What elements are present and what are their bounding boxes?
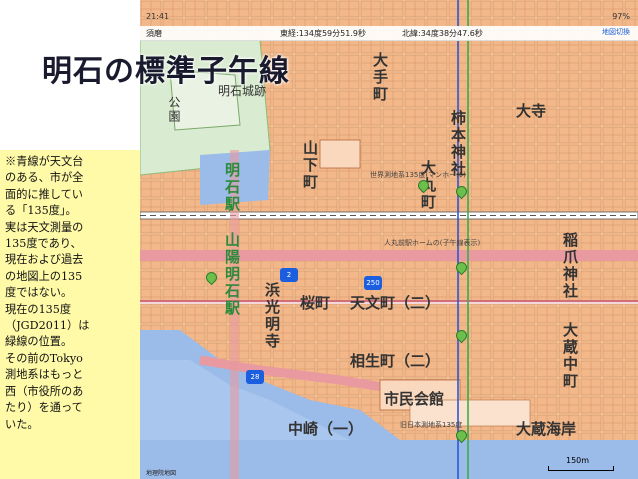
note-line: ※青線が天文台 <box>5 155 84 168</box>
map-label-kakimoto-shrine: 柿本神社 <box>449 110 467 178</box>
note-line: 実は天文測量の <box>5 220 84 234</box>
map-label-okura: 大蔵中町 <box>561 322 579 390</box>
latitude-readout: 北緯:34度38分47.6秒 <box>402 29 483 38</box>
note-line: 緑線の位置。 <box>5 335 73 349</box>
map-label-akashi-station: 明石駅 <box>223 162 241 213</box>
note-line: 135度であり、 <box>5 237 82 251</box>
map-credit: 地理院地図 <box>146 470 177 477</box>
note-line: 面的に推してい <box>5 187 83 201</box>
note-line: 西（市役所のあ <box>5 384 84 398</box>
note-line: る「135度」。 <box>5 204 77 218</box>
map-label-inazume-shrine: 稲爪神社 <box>561 232 579 300</box>
status-time: 21:41 <box>146 12 170 21</box>
map-switch-button[interactable]: 地図切換 <box>602 27 630 37</box>
place-name: 須磨 <box>146 29 162 38</box>
coordinate-header: 須磨 東経:134度59分51.9秒 北緯:34度38分47.6秒 地図切換 <box>140 26 638 41</box>
note-line: （JGD2011）は <box>5 319 90 333</box>
status-bar: 21:41 97% <box>140 10 638 24</box>
map-label-otemachi: 大手町 <box>371 52 389 103</box>
map-label-tenmoncho: 天文町（二） <box>350 294 441 312</box>
note-line: 現在の135度 <box>5 302 72 316</box>
map-label-hamamitsu: 浜光明寺 <box>263 282 281 350</box>
map-label-nakazaki: 中崎（一） <box>288 420 364 438</box>
map-label-sekai-135: 世界測地系135度(マンホール) <box>370 171 466 179</box>
map-label-yamashita: 山下町 <box>301 140 319 191</box>
map-label-sanyo-akashi: 山陽明石駅 <box>223 232 241 317</box>
longitude-readout: 東経:134度59分51.9秒 <box>280 29 366 38</box>
note-line: たり）を通って <box>5 401 83 415</box>
map-label-hitomaru-station: 人丸前駅ホームの(子午線表示) <box>384 239 481 247</box>
annotation-note: ※青線が天文台 のある、市が全 面的に推してい る「135度」。 実は天文測量の 135度… <box>0 150 140 479</box>
note-line: の地図上の135 <box>5 269 83 283</box>
map-label-daimon: 大寺 <box>516 102 547 120</box>
note-line: いた。 <box>5 417 39 431</box>
route-28-shield: 28 <box>246 370 264 384</box>
map-label-shimin-kaikan: 市民会館 <box>384 390 445 408</box>
map-label-okura-kaigan: 大蔵海岸 <box>516 420 577 438</box>
note-line: その前のTokyo <box>5 351 83 365</box>
map-label-sakuramachi: 桜町 <box>300 294 331 312</box>
route-250-shield: 250 <box>364 276 382 290</box>
note-line: 度ではない。 <box>5 286 73 300</box>
note-line: 現在および過去 <box>5 253 84 267</box>
slide-title: 明石の標準子午線 <box>42 54 290 89</box>
battery-indicator: 97% <box>612 12 630 21</box>
route-2-shield: 2 <box>280 268 298 282</box>
note-line: のある、市が全 <box>5 171 84 185</box>
scale-bar <box>548 466 614 471</box>
map-label-tokyo-135: 旧日本測地系135度 <box>400 421 463 429</box>
map-label-aioicho: 相生町（二） <box>350 352 441 370</box>
scale-label: 150m <box>566 456 590 465</box>
note-line: 測地系はもっと <box>5 368 84 382</box>
map-label-park: 公園 <box>167 96 181 124</box>
